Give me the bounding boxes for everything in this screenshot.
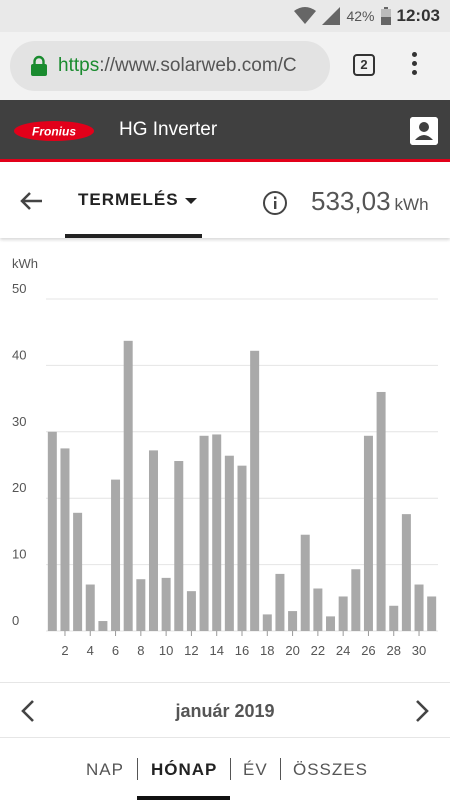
x-tick-label: 26 xyxy=(361,643,375,658)
bar-day-24 xyxy=(338,596,348,631)
caret-down-icon xyxy=(185,198,197,204)
bar-day-21 xyxy=(300,534,310,631)
tab-switcher-button[interactable]: 2 xyxy=(353,54,375,76)
bar-day-17 xyxy=(250,350,260,631)
bar-day-19 xyxy=(275,573,285,631)
url-scheme: https xyxy=(58,55,100,76)
y-tick-label: 20 xyxy=(12,480,26,495)
x-tick-label: 12 xyxy=(184,643,198,658)
bar-day-30 xyxy=(414,584,424,631)
signal-icon xyxy=(322,7,341,25)
bar-day-26 xyxy=(363,435,373,631)
tab-day[interactable]: NAP xyxy=(86,760,124,780)
y-axis-unit-label: kWh xyxy=(12,256,38,271)
bar-day-25 xyxy=(351,569,361,631)
tab-separator xyxy=(137,758,138,780)
browser-menu-icon[interactable] xyxy=(406,52,422,80)
battery-icon xyxy=(380,7,391,25)
bar-day-16 xyxy=(237,465,247,631)
x-tick-label: 18 xyxy=(260,643,274,658)
x-tick-label: 8 xyxy=(137,643,144,658)
bar-day-10 xyxy=(161,577,171,631)
bar-day-4 xyxy=(85,584,95,631)
bar-day-11 xyxy=(174,461,184,631)
bar-day-8 xyxy=(136,579,146,631)
tab-underline xyxy=(65,234,202,238)
x-tick-label: 14 xyxy=(209,643,223,658)
back-arrow-icon[interactable] xyxy=(18,187,46,215)
lock-icon xyxy=(31,55,47,76)
bar-day-2 xyxy=(60,448,70,631)
x-tick-label: 6 xyxy=(112,643,119,658)
tab-separator xyxy=(230,758,231,780)
url-host: ://www.solarweb.com/C xyxy=(99,55,297,76)
y-tick-label: 50 xyxy=(12,281,26,296)
status-bar: 42% 12:03 xyxy=(0,0,450,32)
bar-day-22 xyxy=(313,588,323,631)
bar-day-18 xyxy=(262,614,272,631)
url-field[interactable]: https://www.solarweb.com/C xyxy=(10,41,330,91)
production-chart: kWh 0 10 20 30 40 50 2 4 6 8 10 12 14 16 18 20 22 24 26 28 30 xyxy=(0,238,450,682)
tab-separator xyxy=(280,758,281,780)
period-label: január 2019 xyxy=(175,701,275,721)
bar-day-28 xyxy=(389,605,399,631)
bar-chart: kWh010203040502 4 6 8 10 12 14 16 18 20 22 24 26 28 30 xyxy=(12,256,438,658)
system-title: HG Inverter xyxy=(119,119,218,140)
total-value: 533,03 xyxy=(311,186,391,216)
period-tabs: NAP HÓNAP ÉV ÖSSZES xyxy=(0,738,450,800)
x-tick-label: 16 xyxy=(235,643,249,658)
bar-day-29 xyxy=(401,514,411,631)
bar-day-6 xyxy=(111,479,121,631)
production-dropdown-tab[interactable]: TERMELÉS xyxy=(65,165,202,238)
x-tick-label: 10 xyxy=(159,643,173,658)
bar-day-20 xyxy=(288,611,298,631)
tab-month[interactable]: HÓNAP xyxy=(151,760,217,780)
svg-text:Fronius: Fronius xyxy=(32,125,76,139)
bar-day-9 xyxy=(148,450,158,631)
x-tick-label: 24 xyxy=(336,643,350,658)
x-tick-label: 20 xyxy=(285,643,299,658)
wifi-icon xyxy=(294,7,317,24)
bar-day-27 xyxy=(376,391,386,631)
bar-day-15 xyxy=(224,455,234,631)
clock: 12:03 xyxy=(396,6,440,25)
bar-day-13 xyxy=(199,435,209,631)
x-tick-label: 30 xyxy=(412,643,426,658)
bar-day-7 xyxy=(123,340,133,631)
bar-day-5 xyxy=(98,621,108,631)
bar-day-3 xyxy=(73,512,83,631)
browser-toolbar: https://www.solarweb.com/C 2 xyxy=(0,32,450,100)
x-tick-label: 22 xyxy=(311,643,325,658)
user-account-icon[interactable] xyxy=(410,117,438,145)
bar-day-12 xyxy=(186,591,196,631)
bar-day-1 xyxy=(47,431,57,631)
info-icon[interactable] xyxy=(262,190,288,216)
app-bar: Fronius HG Inverter xyxy=(0,100,450,162)
bar-day-23 xyxy=(326,616,336,631)
tab-year[interactable]: ÉV xyxy=(243,760,268,780)
bar-day-31 xyxy=(427,596,437,631)
y-tick-label: 10 xyxy=(12,547,26,562)
x-tick-label: 2 xyxy=(61,643,68,658)
y-tick-label: 30 xyxy=(12,414,26,429)
active-tab-indicator xyxy=(137,796,230,800)
battery-percent: 42% xyxy=(346,8,375,24)
bar-day-14 xyxy=(212,434,222,631)
url-text: https://www.solarweb.com/C xyxy=(58,55,297,77)
production-tab-label: TERMELÉS xyxy=(78,190,179,209)
y-tick-label: 40 xyxy=(12,347,26,362)
tab-total[interactable]: ÖSSZES xyxy=(293,760,368,780)
next-period-icon[interactable] xyxy=(408,697,434,725)
total-unit: kWh xyxy=(394,195,429,214)
y-tick-label: 0 xyxy=(12,613,19,628)
x-tick-label: 4 xyxy=(87,643,94,658)
x-tick-label: 28 xyxy=(387,643,401,658)
fronius-logo: Fronius xyxy=(14,121,94,141)
date-navigator: január 2019 xyxy=(0,682,450,738)
total-energy: 533,03 kWh xyxy=(311,186,429,217)
